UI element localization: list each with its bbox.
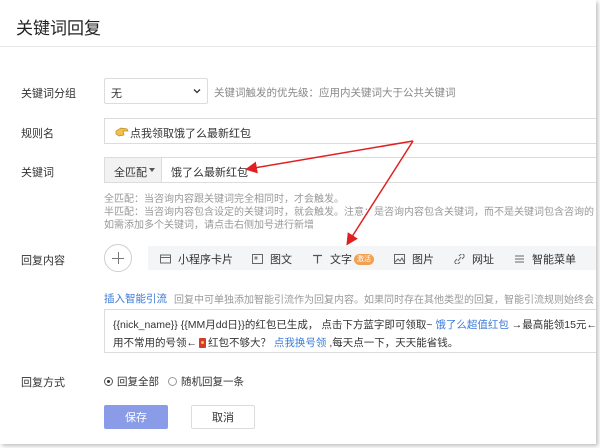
insert-smart-traffic-link[interactable]: 插入智能引流 [104, 291, 167, 306]
image-icon [394, 254, 405, 264]
tool-article[interactable]: 图文 [252, 251, 292, 267]
smart-traffic-desc: 回复中可单独添加智能引流作为回复内容。如果同时存在其他类型的回复，智能引流规则始… [174, 295, 594, 306]
editor-line-2: 用不常用的号领← 红包不够大？ 点我换号领 ,每天点一下，天天能省钱。 [113, 337, 459, 349]
match-desc-multi: 如需添加多个关键词，请点击右侧加号进行新增 [104, 220, 314, 231]
reply-text-editor[interactable]: {{nick_name}} {{MM月dd日}}的红包已生成， 点击下方蓝字即可… [104, 309, 596, 353]
keyword-field: 全匹配 饿了么最新红包 [104, 157, 596, 183]
chevron-down-icon [193, 89, 201, 94]
cancel-button[interactable]: 取消 [191, 405, 255, 429]
caret-down-icon [149, 168, 155, 172]
group-select[interactable]: 无 [104, 78, 208, 104]
rule-name-value: 点我领取饿了么最新红包 [130, 128, 251, 140]
group-label: 关键词分组 [21, 88, 76, 100]
card-icon [160, 254, 171, 264]
rule-name-input[interactable]: 点我领取饿了么最新红包 [104, 118, 596, 144]
add-reply-button[interactable] [104, 244, 132, 272]
tool-url[interactable]: 网址 [454, 251, 494, 267]
tool-text[interactable]: 文字 激活 [312, 251, 374, 267]
page-title: 关键词回复 [16, 19, 101, 38]
editor-link-switch-account[interactable]: 点我换号领 [274, 337, 327, 349]
keyword-reply-panel: 关键词回复 关键词分组 无 关键词触发的优先级：应用内关键词大于公共关键词 规则… [0, 0, 596, 444]
tool-smart-menu[interactable]: 智能菜单 [514, 251, 576, 267]
tool-miniprogram[interactable]: 小程序卡片 [160, 251, 233, 267]
group-select-value: 无 [111, 88, 122, 100]
text-tool-badge: 激活 [354, 253, 374, 265]
title-divider [0, 46, 596, 47]
editor-line-1: {{nick_name}} {{MM月dd日}}的红包已生成， 点击下方蓝字即可… [113, 319, 596, 331]
pointing-hand-icon [115, 127, 129, 137]
tool-image[interactable]: 图片 [394, 251, 434, 267]
editor-link-coupon[interactable]: 饿了么超值红包 [435, 319, 509, 331]
radio-reply-random[interactable]: 随机回复一条 [168, 374, 244, 389]
red-envelope-icon [199, 338, 206, 349]
article-icon [252, 254, 263, 264]
text-icon [313, 254, 322, 264]
match-desc-full: 全匹配：当咨询内容跟关键词完全相同时，才会触发。 [104, 194, 344, 205]
radio-reply-all[interactable]: 回复全部 [104, 374, 159, 389]
radio-unchecked-icon [168, 377, 177, 386]
match-mode-dropdown[interactable]: 全匹配 [105, 158, 162, 182]
radio-checked-icon [104, 377, 113, 386]
menu-icon [515, 255, 524, 263]
match-mode-value: 全匹配 [114, 167, 147, 179]
match-desc-half: 半匹配：当咨询内容包含设定的关键词时，就会触发。注意：是咨询内容包含关键词，而不… [104, 207, 594, 218]
save-button[interactable]: 保存 [104, 405, 168, 429]
group-hint: 关键词触发的优先级：应用内关键词大于公共关键词 [214, 87, 456, 99]
reply-type-toolbar: 小程序卡片 图文 文字 激活 图片 网址 智能菜单 [148, 246, 596, 270]
reply-label: 回复内容 [21, 255, 65, 267]
reply-mode-label: 回复方式 [21, 377, 65, 389]
keyword-input[interactable]: 饿了么最新红包 [171, 164, 248, 180]
keyword-label: 关键词 [21, 167, 54, 179]
link-icon [454, 254, 465, 264]
rule-label: 规则名 [21, 128, 54, 140]
